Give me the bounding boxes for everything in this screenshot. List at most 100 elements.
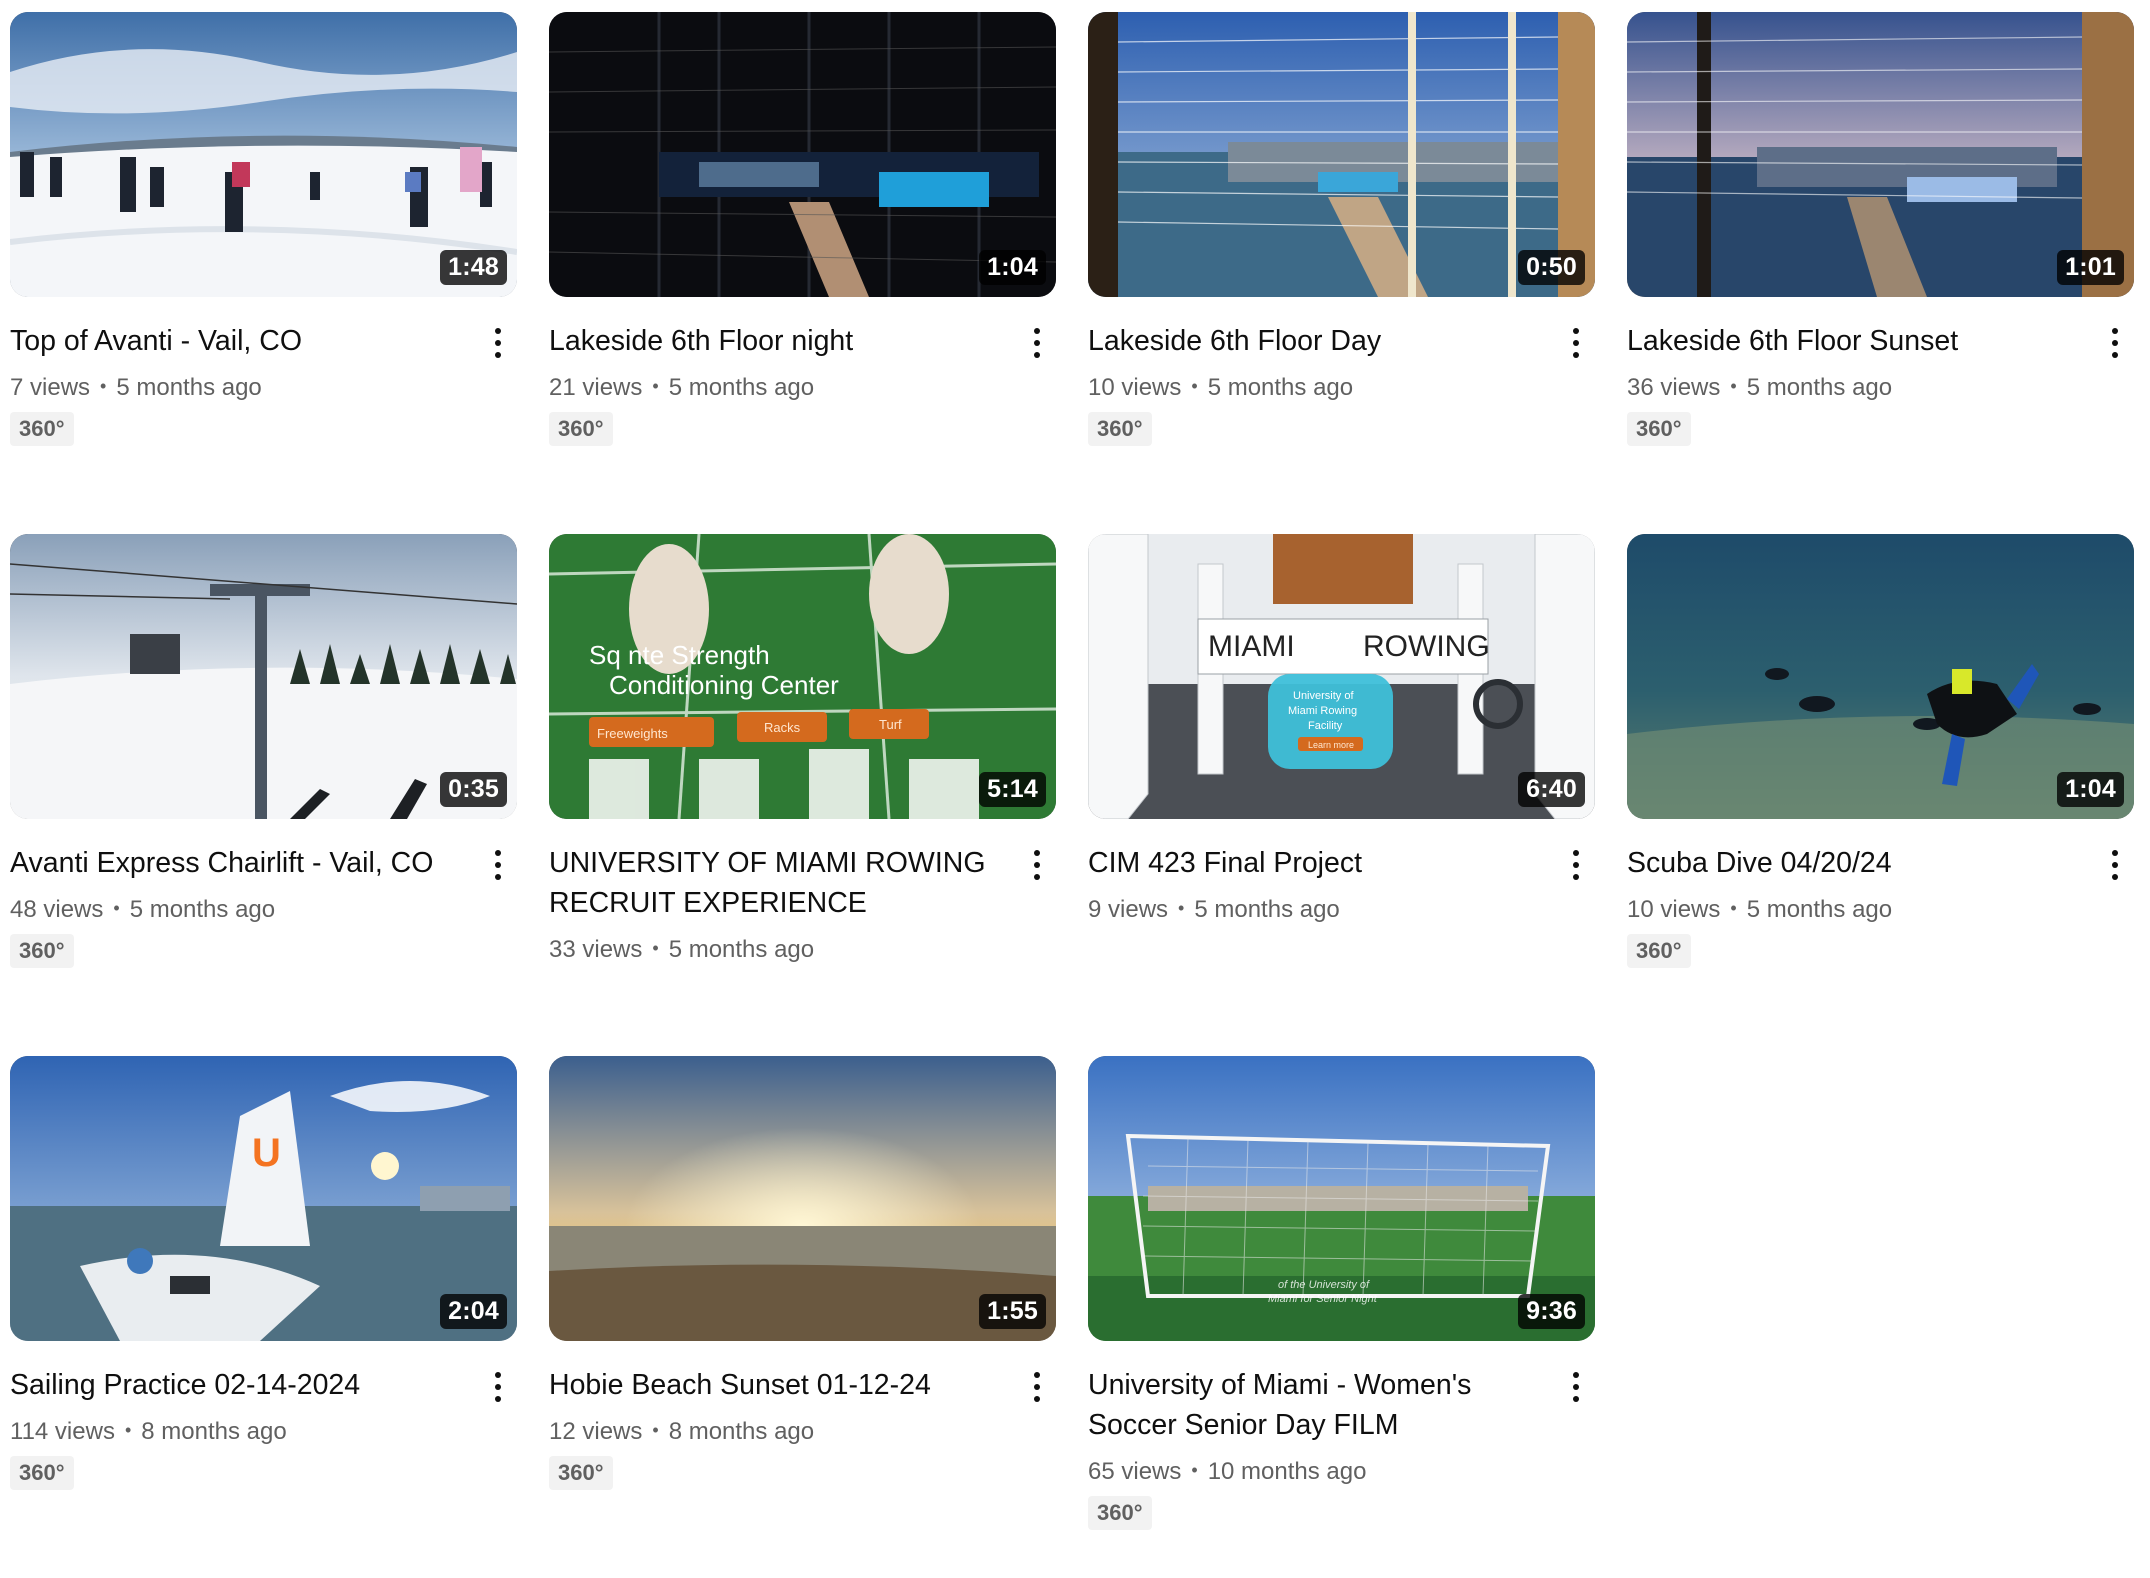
video-title[interactable]: Top of Avanti - Vail, CO (10, 321, 461, 361)
more-options-icon[interactable] (481, 1365, 515, 1409)
video-thumbnail[interactable]: Sq nte Strength Conditioning Center Free… (549, 534, 1056, 819)
video-title[interactable]: UNIVERSITY OF MIAMI ROWING RECRUIT EXPER… (549, 843, 1000, 923)
more-options-icon[interactable] (2098, 843, 2132, 887)
separator-dot: • (652, 1420, 659, 1440)
video-title[interactable]: Hobie Beach Sunset 01-12-24 (549, 1365, 1000, 1405)
360-badge: 360° (10, 934, 74, 969)
video-card[interactable]: 1:55 Hobie Beach Sunset 01-12-24 12 view… (549, 1056, 1056, 1578)
video-thumbnail[interactable]: 0:35 (10, 534, 517, 819)
svg-text:Freeweights: Freeweights (597, 726, 668, 741)
separator-dot: • (113, 898, 120, 918)
video-meta: Hobie Beach Sunset 01-12-24 12 views • 8 m… (549, 1341, 1056, 1491)
video-meta: Top of Avanti - Vail, CO 7 views • 5 month… (10, 297, 517, 447)
video-thumbnail[interactable]: 1:55 (549, 1056, 1056, 1341)
svg-text:Miami Rowing: Miami Rowing (1288, 705, 1357, 717)
upload-age: 10 months ago (1207, 1458, 1367, 1485)
more-options-icon[interactable] (1559, 321, 1593, 365)
video-card[interactable]: of the University of Miami for Senior Ni… (1088, 1056, 1595, 1578)
video-title[interactable]: Lakeside 6th Floor night (549, 321, 1000, 361)
video-stats: 21 views • 5 months ago (549, 370, 1000, 404)
view-count: 33 views (549, 936, 643, 963)
video-duration: 1:04 (2057, 771, 2124, 807)
separator-dot: • (652, 938, 659, 958)
separator-dot: • (100, 376, 107, 396)
video-card[interactable]: 1:01 Lakeside 6th Floor Sunset 36 views •… (1627, 12, 2134, 534)
more-options-icon[interactable] (1559, 1365, 1593, 1409)
video-meta: Sailing Practice 02-14-2024 114 views • 8 … (10, 1341, 517, 1491)
upload-age: 5 months ago (668, 936, 815, 963)
more-options-icon[interactable] (1020, 321, 1054, 365)
video-stats: 65 views • 10 months ago (1088, 1454, 1539, 1488)
video-stats: 33 views • 5 months ago (549, 932, 1000, 966)
video-meta: UNIVERSITY OF MIAMI ROWING RECRUIT EXPER… (549, 819, 1056, 966)
video-card[interactable]: 1:04 Scuba Dive 04/20/24 10 views • 5 mont… (1627, 534, 2134, 1056)
separator-dot: • (1178, 898, 1185, 918)
video-stats: 12 views • 8 months ago (549, 1414, 1000, 1448)
video-duration: 5:14 (979, 771, 1046, 807)
video-duration: 0:50 (1518, 249, 1585, 285)
upload-age: 8 months ago (141, 1418, 287, 1445)
video-meta: Lakeside 6th Floor night 21 views • 5 mont… (549, 297, 1056, 447)
video-stats: 36 views • 5 months ago (1627, 370, 2078, 404)
view-count: 12 views (549, 1418, 643, 1445)
video-title[interactable]: University of Miami - Women's Soccer Sen… (1088, 1365, 1539, 1445)
video-card[interactable]: 1:48 Top of Avanti - Vail, CO 7 views • 5 … (10, 12, 517, 534)
video-title[interactable]: Sailing Practice 02-14-2024 (10, 1365, 461, 1405)
svg-text:Sq nte Strength: Sq nte Strength (589, 640, 770, 670)
video-stats: 9 views • 5 months ago (1088, 892, 1539, 926)
separator-dot: • (1730, 376, 1737, 396)
video-title[interactable]: Avanti Express Chairlift - Vail, CO (10, 843, 461, 883)
video-card[interactable]: 0:50 Lakeside 6th Floor Day 10 views • 5 m… (1088, 12, 1595, 534)
video-meta: Lakeside 6th Floor Sunset 36 views • 5 mon… (1627, 297, 2134, 447)
video-title[interactable]: CIM 423 Final Project (1088, 843, 1539, 883)
svg-text:of the University of: of the University of (1278, 1279, 1370, 1291)
video-thumbnail[interactable]: 1:04 (549, 12, 1056, 297)
video-title[interactable]: Lakeside 6th Floor Sunset (1627, 321, 2078, 361)
more-options-icon[interactable] (2098, 321, 2132, 365)
video-title[interactable]: Scuba Dive 04/20/24 (1627, 843, 2078, 883)
video-thumbnail[interactable]: 1:48 (10, 12, 517, 297)
video-card[interactable]: U 2:04 Sailing Practice 02-14-2024 114 v… (10, 1056, 517, 1578)
video-thumbnail[interactable]: 1:04 (1627, 534, 2134, 819)
view-count: 114 views (10, 1418, 115, 1445)
video-duration: 1:01 (2057, 249, 2124, 285)
more-options-icon[interactable] (1559, 843, 1593, 887)
video-meta: Scuba Dive 04/20/24 10 views • 5 months ag… (1627, 819, 2134, 969)
upload-age: 5 months ago (1207, 374, 1354, 401)
video-thumbnail[interactable]: of the University of Miami for Senior Ni… (1088, 1056, 1595, 1341)
360-badge: 360° (1627, 412, 1691, 447)
video-card[interactable]: 0:35 Avanti Express Chairlift - Vail, CO… (10, 534, 517, 1056)
video-thumbnail[interactable]: 0:50 (1088, 12, 1595, 297)
video-duration: 1:04 (979, 249, 1046, 285)
video-thumbnail[interactable]: U 2:04 (10, 1056, 517, 1341)
video-duration: 0:35 (440, 771, 507, 807)
video-thumbnail[interactable]: 1:01 (1627, 12, 2134, 297)
video-title[interactable]: Lakeside 6th Floor Day (1088, 321, 1539, 361)
video-card[interactable]: Sq nte Strength Conditioning Center Free… (549, 534, 1056, 1056)
video-card[interactable]: MIAMI ROWING University of Miami Rowing … (1088, 534, 1595, 1056)
upload-age: 5 months ago (1746, 374, 1893, 401)
video-stats: 10 views • 5 months ago (1088, 370, 1539, 404)
more-options-icon[interactable] (481, 321, 515, 365)
view-count: 7 views (10, 374, 91, 401)
video-meta: University of Miami - Women's Soccer Sen… (1088, 1341, 1595, 1531)
view-count: 9 views (1088, 896, 1169, 923)
360-badge: 360° (549, 1456, 613, 1491)
svg-text:Learn more: Learn more (1308, 740, 1354, 750)
video-grid: 1:48 Top of Avanti - Vail, CO 7 views • 5 … (10, 12, 2140, 1578)
video-meta: Avanti Express Chairlift - Vail, CO 48 v… (10, 819, 517, 969)
video-duration: 1:48 (440, 249, 507, 285)
more-options-icon[interactable] (1020, 843, 1054, 887)
svg-text:University of: University of (1293, 690, 1354, 702)
svg-text:Facility: Facility (1308, 720, 1343, 732)
360-badge: 360° (1627, 934, 1691, 969)
video-thumbnail[interactable]: MIAMI ROWING University of Miami Rowing … (1088, 534, 1595, 819)
upload-age: 5 months ago (116, 374, 262, 401)
video-card[interactable]: 1:04 Lakeside 6th Floor night 21 views • 5… (549, 12, 1056, 534)
more-options-icon[interactable] (1020, 1365, 1054, 1409)
upload-age: 5 months ago (129, 896, 276, 923)
video-duration: 6:40 (1518, 771, 1585, 807)
more-options-icon[interactable] (481, 843, 515, 887)
view-count: 65 views (1088, 1458, 1182, 1485)
360-badge: 360° (10, 412, 74, 447)
